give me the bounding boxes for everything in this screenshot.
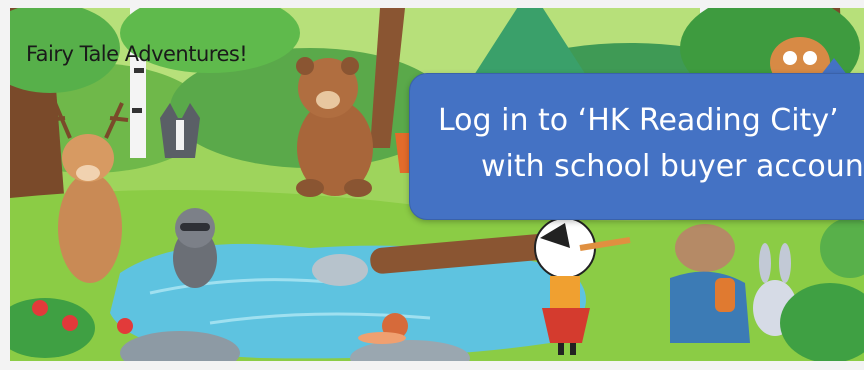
callout-line-2: with school buyer account [481,149,864,184]
callout-text: Log in to ‘HK Reading City’ with school … [410,98,864,190]
callout-box: Log in to ‘HK Reading City’ with school … [409,73,864,220]
slide-title: Fairy Tale Adventures! [26,42,248,66]
callout-line-1: Log in to ‘HK Reading City’ [438,103,839,138]
raccoon-icon [173,208,217,288]
